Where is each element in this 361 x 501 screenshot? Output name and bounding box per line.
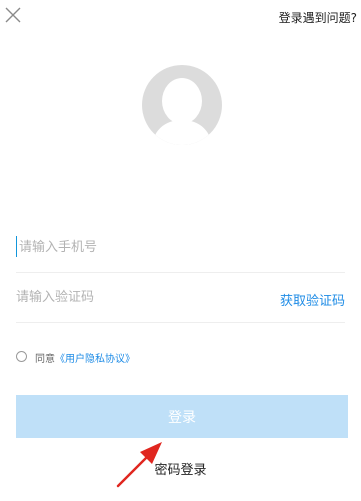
close-button[interactable]: [4, 6, 22, 24]
password-login-link[interactable]: 密码登录: [0, 459, 361, 478]
login-button[interactable]: 登录: [16, 395, 348, 438]
get-code-button[interactable]: 获取验证码: [280, 290, 345, 309]
default-avatar-icon: [142, 65, 222, 145]
login-help-link[interactable]: 登录遇到问题?: [279, 9, 357, 26]
avatar: [141, 64, 223, 150]
phone-input[interactable]: [19, 238, 259, 256]
verification-code-input[interactable]: [16, 288, 256, 306]
agreement-text: 同意: [35, 354, 55, 365]
code-field[interactable]: 获取验证码: [16, 272, 345, 323]
agreement-row: 同意《用户隐私协议》: [16, 350, 135, 366]
agreement-checkbox[interactable]: [16, 351, 27, 362]
close-icon: [5, 7, 21, 23]
text-cursor: [16, 236, 17, 257]
annotation-arrow-icon: [116, 442, 162, 488]
privacy-policy-link[interactable]: 《用户隐私协议》: [55, 354, 135, 365]
phone-field[interactable]: [16, 222, 345, 273]
